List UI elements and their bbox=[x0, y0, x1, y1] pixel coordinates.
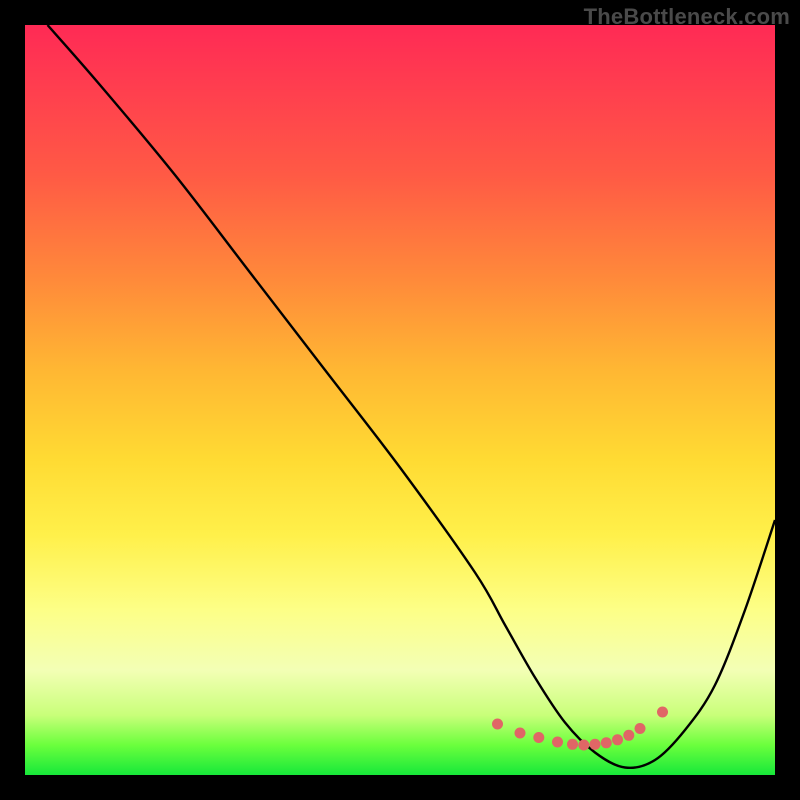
marker-dot bbox=[552, 737, 563, 748]
marker-dot bbox=[612, 734, 623, 745]
marker-dot bbox=[578, 740, 589, 751]
marker-dot bbox=[601, 737, 612, 748]
chart-frame: TheBottleneck.com bbox=[0, 0, 800, 800]
marker-dot bbox=[515, 728, 526, 739]
highlight-dots bbox=[492, 707, 668, 751]
bottleneck-curve bbox=[48, 25, 776, 768]
marker-dot bbox=[635, 723, 646, 734]
marker-dot bbox=[657, 707, 668, 718]
marker-dot bbox=[623, 730, 634, 741]
plot-area bbox=[25, 25, 775, 775]
marker-dot bbox=[567, 739, 578, 750]
marker-dot bbox=[590, 739, 601, 750]
curve-layer bbox=[25, 25, 775, 775]
marker-dot bbox=[533, 732, 544, 743]
marker-dot bbox=[492, 719, 503, 730]
